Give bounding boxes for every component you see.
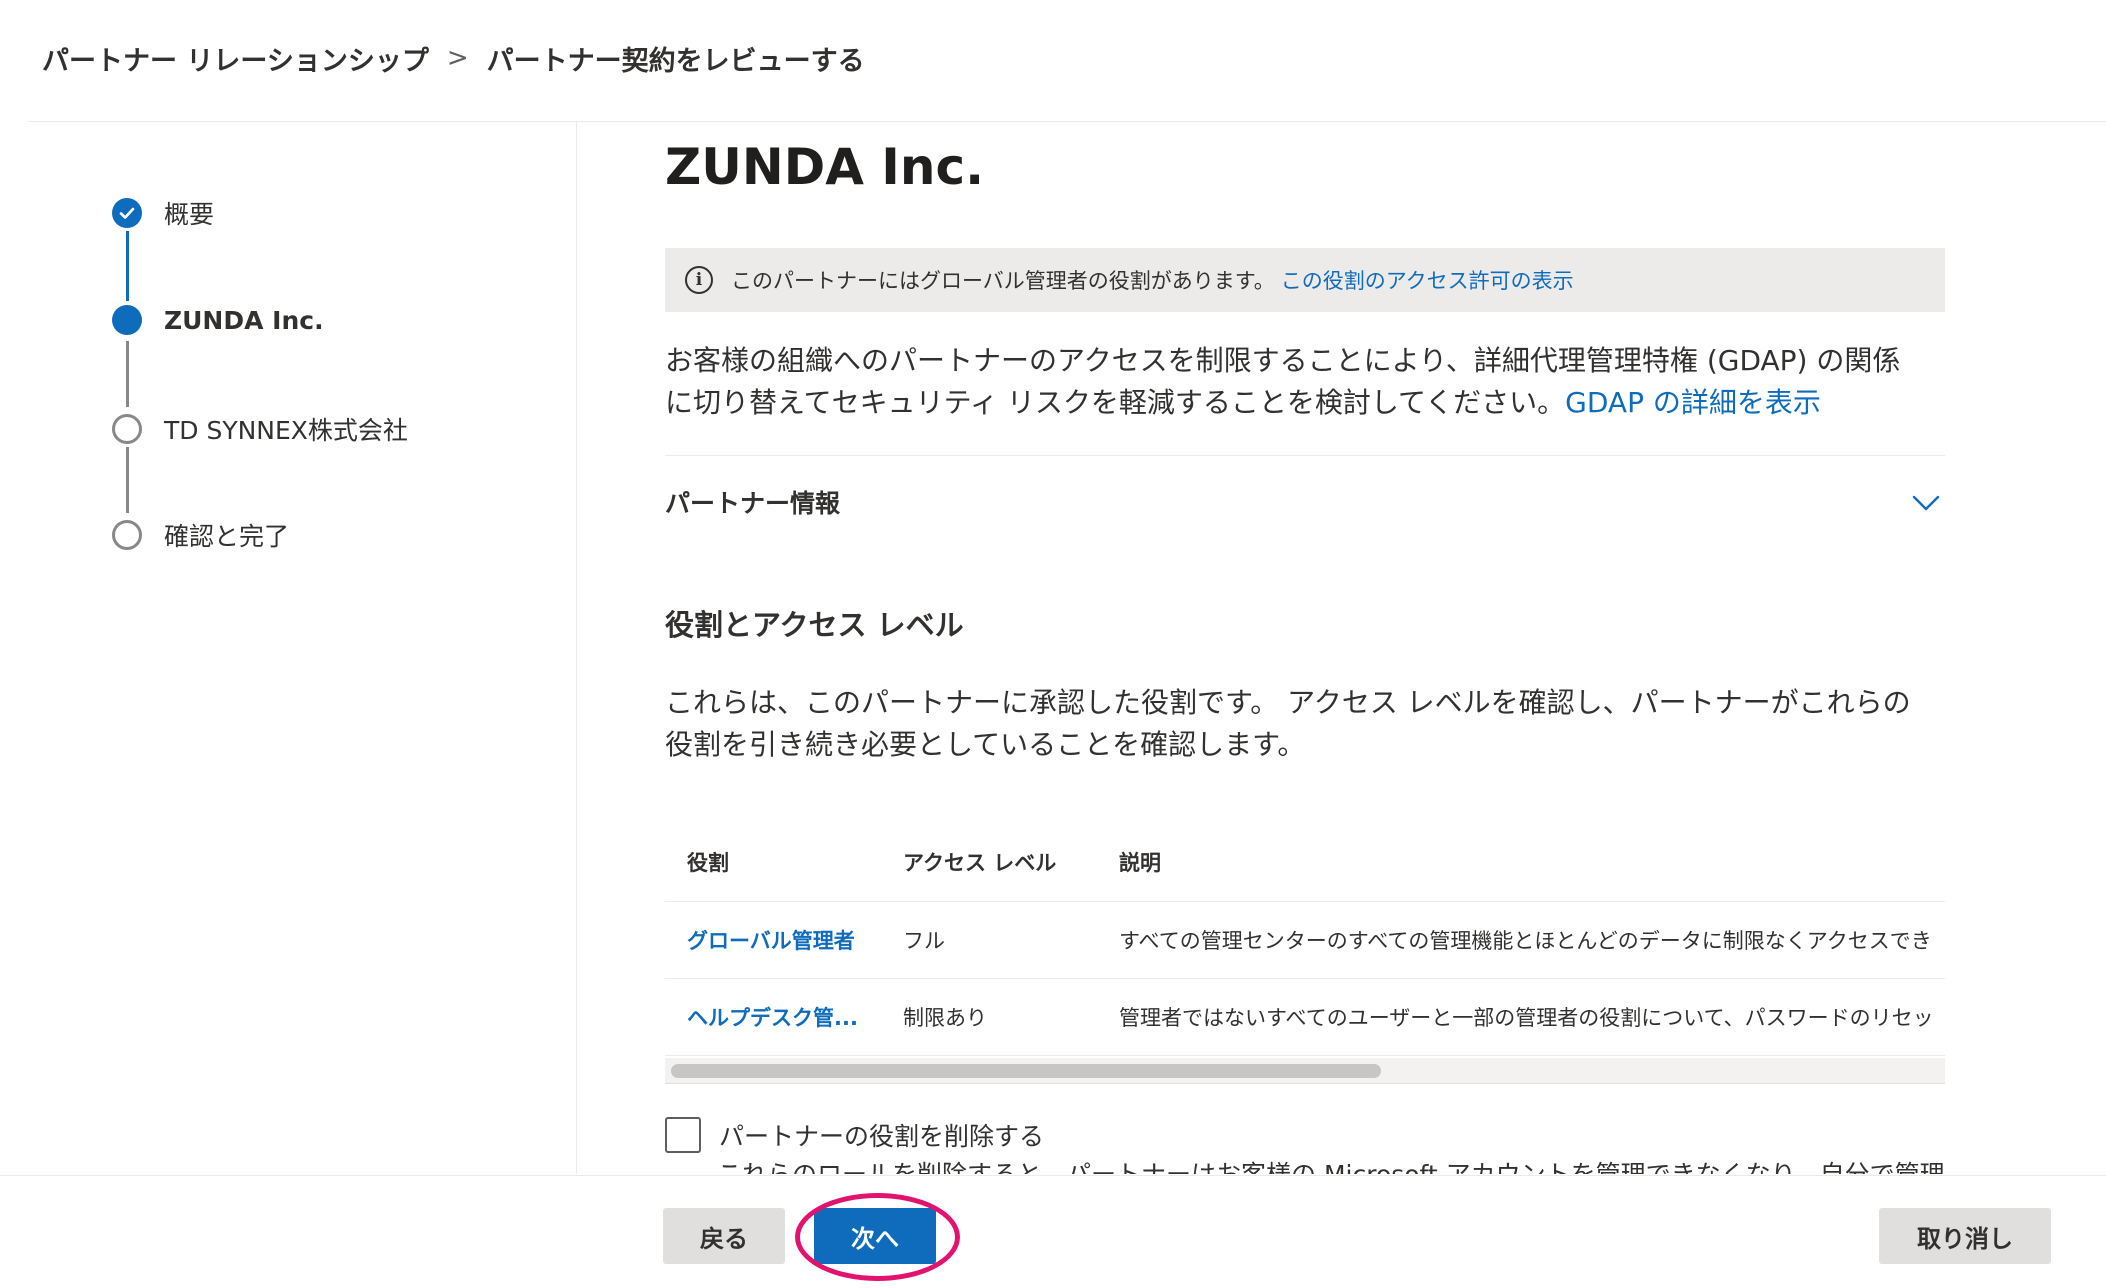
access-level: 制限あり xyxy=(903,1006,987,1030)
section-divider xyxy=(665,455,1945,456)
remove-roles-label[interactable]: パートナーの役割を削除する xyxy=(719,1117,1044,1153)
column-header-access-level[interactable]: アクセス レベル xyxy=(881,847,1097,877)
roles-description-line1: これらは、このパートナーに承認した役割です。 アクセス レベルを確認し、パートナ… xyxy=(665,686,1911,719)
step-connector xyxy=(126,341,129,407)
info-message-bar: i このパートナーにはグローバル管理者の役割があります。 この役割のアクセス許可… xyxy=(665,248,1945,312)
column-header-description[interactable]: 説明 xyxy=(1097,847,1945,877)
cancel-button[interactable]: 取り消し xyxy=(1879,1208,2051,1264)
breadcrumb-separator-icon: > xyxy=(446,43,469,73)
step-td-synnex[interactable]: TD SYNNEX株式会社 xyxy=(112,411,408,447)
partner-info-heading: パートナー情報 xyxy=(665,489,841,518)
checkmark-icon xyxy=(112,198,142,228)
gdap-description-line2: に切り替えてセキュリティ リスクを軽減することを検討してください。 xyxy=(665,386,1566,419)
gdap-learn-more-link[interactable]: GDAP の詳細を表示 xyxy=(1565,386,1821,419)
chevron-down-icon[interactable] xyxy=(1911,487,1941,517)
roles-description-line2: 役割を引き続き必要としていることを確認します。 xyxy=(665,728,1306,761)
roles-description: これらは、このパートナーに承認した役割です。 アクセス レベルを確認し、パートナ… xyxy=(665,682,1945,766)
highlight-annotation-ring xyxy=(795,1193,960,1281)
breadcrumb-current: パートナー契約をレビューする xyxy=(486,45,865,77)
roles-heading: 役割とアクセス レベル xyxy=(665,608,964,642)
step-connector xyxy=(126,231,129,301)
page-title: ZUNDA Inc. xyxy=(665,138,985,196)
table-header: 役割 アクセス レベル 説明 xyxy=(665,822,1945,902)
current-step-icon xyxy=(112,305,142,335)
main-content: ZUNDA Inc. i このパートナーにはグローバル管理者の役割があります。 … xyxy=(665,122,1945,1174)
table-row[interactable]: グローバル管理者 フル すべての管理センターのすべての管理機能とほとんどのデータ… xyxy=(665,902,1945,979)
review-partner-page: パートナー リレーションシップ > パートナー契約をレビューする 概要 ZUND… xyxy=(0,0,2106,1288)
gdap-description-line1: お客様の組織へのパートナーのアクセスを制限することにより、詳細代理管理特権 (G… xyxy=(665,344,1901,377)
breadcrumb-partner-relationships[interactable]: パートナー リレーションシップ xyxy=(42,39,429,78)
remove-roles-checkbox[interactable] xyxy=(665,1117,701,1153)
table-horizontal-scrollbar[interactable] xyxy=(665,1058,1945,1084)
table-row[interactable]: ヘルプデスク管... 制限あり 管理者ではないすべてのユーザーと一部の管理者の役… xyxy=(665,979,1945,1056)
breadcrumb: パートナー リレーションシップ > パートナー契約をレビューする xyxy=(42,36,865,80)
step-connector xyxy=(126,447,129,513)
scrollbar-thumb[interactable] xyxy=(671,1064,1381,1078)
role-description: すべての管理センターのすべての管理機能とほとんどのデータに制限なくアクセスでき xyxy=(1119,929,1932,953)
partner-info-accordion[interactable]: パートナー情報 xyxy=(665,472,1945,532)
remove-roles-description: これらのロールを削除すると、パートナーはお客様の Microsoft アカウント… xyxy=(717,1155,1945,1174)
access-level: フル xyxy=(903,929,945,953)
step-overview[interactable]: 概要 xyxy=(112,195,214,231)
role-description: 管理者ではないすべてのユーザーと一部の管理者の役割について、パスワードのリセッ xyxy=(1119,1006,1934,1030)
footer-bar xyxy=(0,1175,2106,1288)
view-role-permissions-link[interactable]: この役割のアクセス許可の表示 xyxy=(1281,265,1574,295)
back-button[interactable]: 戻る xyxy=(663,1208,785,1264)
role-name-link[interactable]: グローバル管理者 xyxy=(665,925,881,955)
step-label: ZUNDA Inc. xyxy=(164,305,324,335)
step-label: 確認と完了 xyxy=(164,522,290,551)
step-zunda[interactable]: ZUNDA Inc. xyxy=(112,305,324,335)
step-label: 概要 xyxy=(164,200,215,229)
remove-roles-checkbox-row[interactable]: パートナーの役割を削除する xyxy=(665,1117,1044,1153)
column-header-role[interactable]: 役割 xyxy=(665,847,881,877)
role-name-link[interactable]: ヘルプデスク管... xyxy=(665,1002,881,1032)
pending-step-icon xyxy=(112,520,142,550)
left-divider xyxy=(576,122,577,1174)
gdap-description: お客様の組織へのパートナーのアクセスを制限することにより、詳細代理管理特権 (G… xyxy=(665,340,1945,424)
info-icon: i xyxy=(685,266,713,294)
roles-table: 役割 アクセス レベル 説明 グローバル管理者 フル すべての管理センターのすべ… xyxy=(665,822,1945,1056)
step-label: TD SYNNEX株式会社 xyxy=(164,416,408,445)
info-text: このパートナーにはグローバル管理者の役割があります。 xyxy=(731,269,1275,293)
pending-step-icon xyxy=(112,414,142,444)
step-confirm[interactable]: 確認と完了 xyxy=(112,517,289,553)
